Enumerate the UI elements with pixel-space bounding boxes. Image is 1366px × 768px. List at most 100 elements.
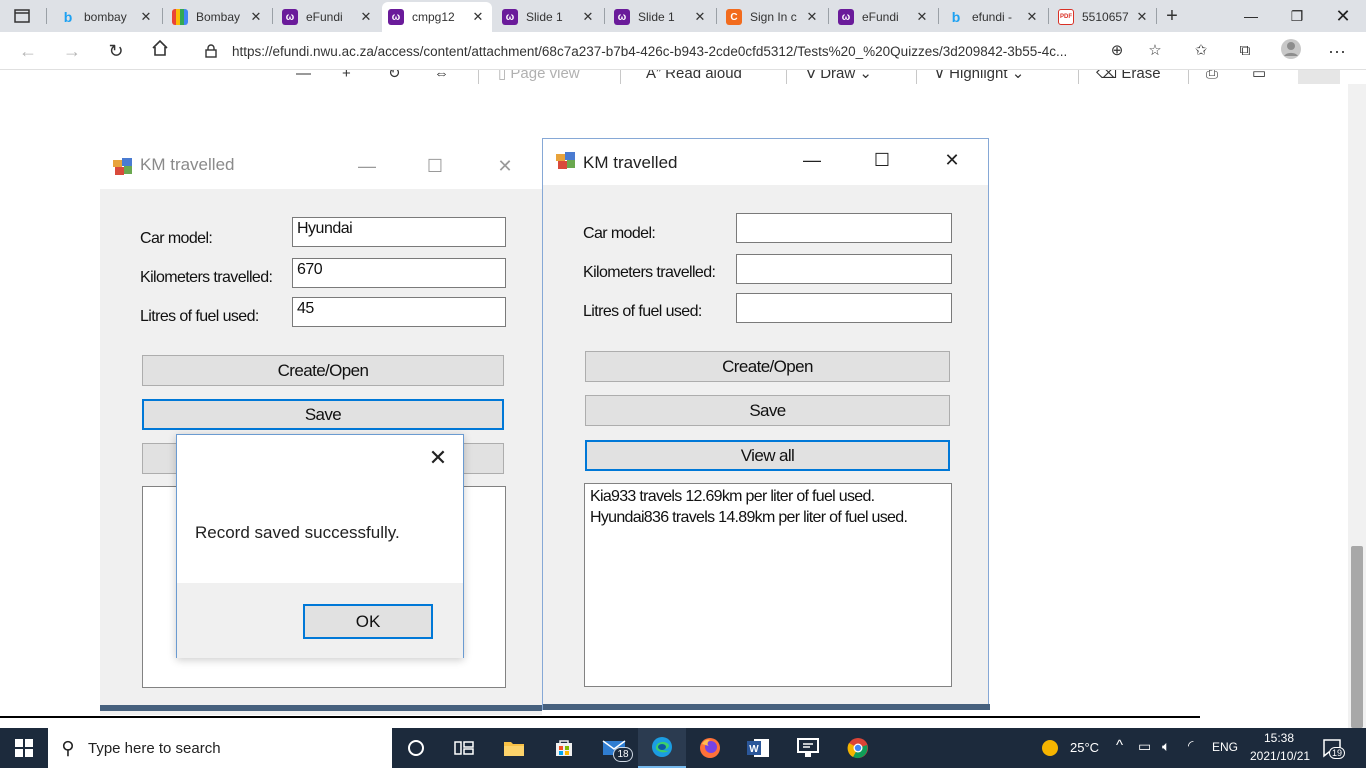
message-text: Record saved successfully. [195, 523, 400, 542]
close-icon[interactable]: ✕ [358, 9, 374, 25]
view-all-button[interactable]: View all [585, 440, 950, 471]
tab-bombay[interactable]: b bombay ✕ [54, 2, 160, 32]
close-icon[interactable]: ✕ [1024, 9, 1040, 25]
scrollbar-thumb[interactable] [1351, 546, 1363, 728]
close-icon[interactable]: ✕ [692, 9, 708, 25]
close-icon[interactable]: ✕ [138, 9, 154, 25]
address-bar[interactable]: https://efundi.nwu.ac.za/access/content/… [188, 37, 1178, 65]
more-options-icon[interactable]: ··· [1324, 38, 1350, 64]
close-icon[interactable]: ✕ [470, 9, 486, 25]
page-view-button[interactable]: ▯ Page view [498, 70, 580, 84]
volume-icon[interactable]: 🔈︎ [1162, 738, 1170, 755]
wifi-icon[interactable]: ◜ [1188, 737, 1193, 754]
form-title-bar: KM travelled — ☐ ✕ [100, 143, 542, 189]
close-icon[interactable]: ✕ [580, 9, 596, 25]
km-travelled-field[interactable] [736, 254, 952, 284]
battery-icon[interactable]: ▭ [1138, 738, 1151, 755]
erase-button[interactable]: ⌫ Erase [1096, 70, 1161, 84]
tab-efundi-2[interactable]: ω eFundi ✕ [832, 2, 936, 32]
show-hidden-icons-icon[interactable]: ^ [1116, 737, 1123, 754]
forward-button[interactable]: → [58, 38, 86, 64]
maximize-button[interactable]: ☐ [859, 145, 905, 175]
task-view-icon[interactable] [440, 728, 488, 768]
car-model-field[interactable]: Hyundai [292, 217, 506, 247]
clock-date[interactable]: 2021/10/21 [1250, 749, 1310, 763]
close-button[interactable]: ✕ [929, 145, 975, 175]
restore-button[interactable]: ❐ [1274, 0, 1320, 32]
records-listbox[interactable]: Kia933 travels 12.69km per liter of fuel… [584, 483, 952, 687]
km-travelled-field[interactable]: 670 [292, 258, 506, 288]
close-icon[interactable]: ✕ [248, 9, 264, 25]
ok-button[interactable]: OK [303, 604, 433, 639]
highlight-button[interactable]: ⊽ Highlight ⌄ [934, 70, 1024, 84]
store-icon[interactable] [540, 728, 588, 768]
zoom-out-icon[interactable]: — [296, 70, 311, 84]
list-item[interactable]: Hyundai836 travels 14.89km per liter of … [590, 507, 946, 528]
tab-slide-1-b[interactable]: ω Slide 1 ✕ [608, 2, 714, 32]
close-icon[interactable]: ✕ [423, 443, 453, 473]
tab-sign-in[interactable]: C Sign In c ✕ [720, 2, 826, 32]
zoom-in-icon[interactable]: + [342, 70, 351, 84]
save-button[interactable]: Save [142, 399, 504, 430]
close-button[interactable]: ✕ [482, 151, 528, 181]
list-item[interactable]: Kia933 travels 12.69km per liter of fuel… [590, 486, 946, 507]
file-explorer-icon[interactable] [490, 728, 538, 768]
tab-bombay-2[interactable]: Bombay ✕ [166, 2, 270, 32]
favorite-star-icon[interactable]: ☆ [1142, 38, 1168, 64]
weather-temperature[interactable]: 25°C [1070, 740, 1099, 755]
taskbar-search-box[interactable]: ⚲ Type here to search [48, 728, 392, 768]
minimize-button[interactable]: — [1228, 0, 1274, 32]
pin-toolbar-icon[interactable] [1298, 70, 1340, 84]
chrome-icon[interactable] [834, 728, 882, 768]
edge-browser-icon[interactable] [638, 728, 686, 768]
create-open-button[interactable]: Create/Open [585, 351, 950, 382]
favorites-icon[interactable]: ✩ [1188, 38, 1214, 64]
close-icon[interactable]: ✕ [804, 9, 820, 25]
litres-field[interactable]: 45 [292, 297, 506, 327]
clock-time[interactable]: 15:38 [1264, 731, 1294, 745]
efundi-icon: ω [502, 9, 518, 25]
word-icon[interactable]: W [734, 728, 782, 768]
minimize-button[interactable]: — [789, 145, 835, 175]
weather-sun-icon[interactable] [1040, 738, 1060, 758]
close-window-button[interactable]: ✕ [1320, 0, 1366, 32]
remote-desktop-icon[interactable] [784, 728, 832, 768]
minimize-button[interactable]: — [344, 151, 390, 181]
cortana-icon[interactable] [392, 728, 440, 768]
message-box-dialog: ✕ Record saved successfully. OK [176, 434, 464, 658]
profile-avatar[interactable] [1278, 38, 1304, 64]
language-indicator[interactable]: ENG [1212, 740, 1238, 754]
close-icon[interactable]: ✕ [914, 9, 930, 25]
collections-icon[interactable]: ⧉ [1232, 38, 1258, 64]
tab-cmpg12[interactable]: ω cmpg12 ✕ [382, 2, 492, 32]
car-model-field[interactable] [736, 213, 952, 243]
litres-field[interactable] [736, 293, 952, 323]
tab-efundi-search[interactable]: b efundi - ✕ [942, 2, 1046, 32]
lock-icon[interactable] [200, 44, 222, 58]
tab-pdf[interactable]: PDF 5510657 ✕ [1052, 2, 1156, 32]
zoom-icon[interactable]: ⊕ [1104, 38, 1130, 64]
back-button[interactable]: ← [14, 38, 42, 64]
tab-title: 5510657 [1082, 10, 1129, 24]
refresh-button[interactable]: ↻ [102, 38, 130, 64]
firefox-icon[interactable] [686, 728, 734, 768]
close-icon[interactable]: ✕ [1134, 9, 1150, 25]
start-button[interactable] [0, 728, 48, 768]
save-button[interactable]: Save [585, 395, 950, 426]
app-icon [556, 152, 575, 169]
tab-actions-icon[interactable] [8, 4, 36, 28]
draw-button[interactable]: ∇ Draw ⌄ [806, 70, 872, 84]
create-open-button[interactable]: Create/Open [142, 355, 504, 386]
tab-efundi[interactable]: ω eFundi ✕ [276, 2, 380, 32]
navigation-bar: ← → ↻ https://efundi.nwu.ac.za/access/co… [0, 32, 1366, 70]
save-icon[interactable]: ▭ [1252, 70, 1266, 84]
fit-page-icon[interactable]: ⇔ [434, 70, 449, 84]
new-tab-button[interactable]: + [1160, 4, 1184, 28]
maximize-button[interactable]: ☐ [412, 151, 458, 181]
mail-icon[interactable] [590, 728, 638, 768]
home-button[interactable] [146, 38, 174, 64]
read-aloud-button[interactable]: A” Read aloud [646, 70, 742, 84]
print-icon[interactable]: ⎙ [1206, 70, 1218, 84]
tab-slide-1[interactable]: ω Slide 1 ✕ [496, 2, 602, 32]
rotate-icon[interactable]: ↻ [388, 70, 401, 84]
